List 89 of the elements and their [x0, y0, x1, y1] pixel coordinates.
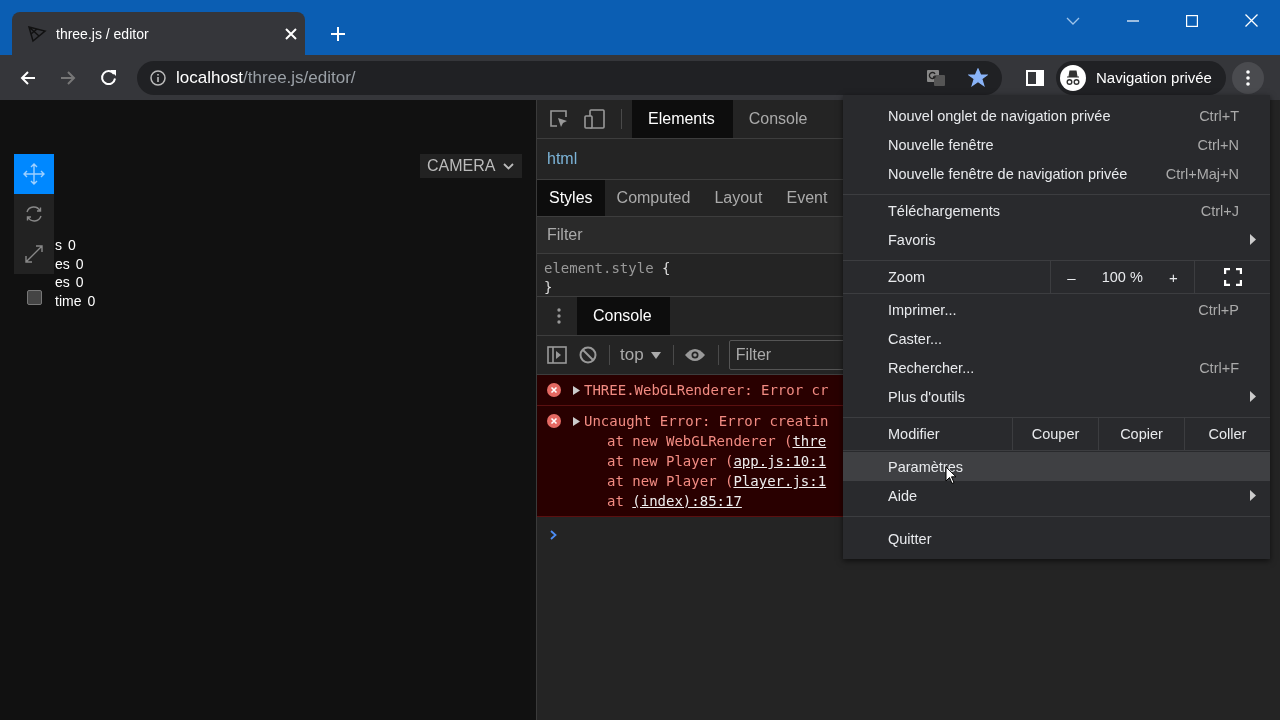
stat-value: 0: [87, 292, 96, 311]
info-icon: [150, 69, 166, 86]
stack-trace-line: at new Player (app.js:10:1: [606, 452, 828, 471]
stack-trace-line: at new WebGLRenderer (thre: [606, 432, 828, 451]
console-filter-field[interactable]: Filter: [728, 340, 843, 370]
styles-tab[interactable]: Layout: [702, 180, 775, 216]
error-message: Uncaught Error: Error creatin: [584, 412, 829, 431]
breadcrumb-link[interactable]: html: [547, 150, 578, 168]
source-link[interactable]: thre: [792, 433, 827, 449]
menu-item[interactable]: Aide: [843, 481, 1270, 510]
expand-triangle-icon[interactable]: [572, 385, 580, 395]
plus-icon[interactable]: [331, 27, 345, 41]
menu-item[interactable]: Caster...: [843, 324, 1270, 353]
menu-item[interactable]: Plus d'outils: [843, 382, 1270, 411]
incognito-icon: [1060, 64, 1086, 91]
menu-button[interactable]: [1231, 61, 1264, 94]
css-brace: {: [662, 260, 671, 276]
css-brace: }: [544, 279, 553, 295]
stack-trace-line: at (index):85:17: [606, 492, 743, 511]
source-link[interactable]: Player.js:1: [733, 473, 827, 489]
chevron-down-icon[interactable]: [1066, 16, 1080, 25]
styles-tab[interactable]: Styles: [537, 180, 605, 216]
styles-tab[interactable]: Event: [774, 180, 840, 216]
menu-item[interactable]: Téléchargements Ctrl+J: [843, 196, 1270, 225]
sidebar-toggle-icon[interactable]: [547, 346, 567, 364]
more-vertical-icon[interactable]: [557, 308, 561, 324]
stat-value: 0: [68, 236, 76, 255]
context-select[interactable]: top: [620, 345, 661, 365]
camera-select[interactable]: CAMERA: [420, 154, 523, 178]
edit-action-button[interactable]: Coller: [1184, 418, 1270, 450]
caret-icon: [650, 351, 661, 359]
menu-item[interactable]: Nouvelle fenêtre Ctrl+N: [843, 130, 1270, 159]
more-vertical-icon: [1245, 69, 1250, 86]
edit-action-button[interactable]: Couper: [1012, 418, 1098, 450]
back-icon[interactable]: [20, 69, 36, 86]
maximize-icon[interactable]: [1186, 14, 1198, 27]
menu-item[interactable]: Rechercher... Ctrl+F: [843, 353, 1270, 382]
stack-trace-line: at new Player (Player.js:1: [606, 472, 828, 491]
profile-button[interactable]: Navigation privée: [1056, 60, 1226, 95]
expand-triangle-icon[interactable]: [572, 416, 580, 426]
inspect-icon[interactable]: [549, 109, 569, 129]
menu-label: Zoom: [887, 268, 927, 287]
url-text: localhost/three.js/editor/: [176, 67, 356, 88]
address-bar[interactable]: localhost/three.js/editor/: [137, 60, 1002, 95]
menu-item[interactable]: Imprimer... Ctrl+P: [843, 295, 1270, 324]
drawer-tab[interactable]: Console: [577, 297, 670, 335]
source-link[interactable]: app.js:10:1: [733, 453, 827, 469]
stat-label: time: [55, 292, 82, 311]
minimize-icon[interactable]: [1127, 19, 1139, 22]
triangle-logo-icon: [27, 24, 47, 43]
devtools-tab[interactable]: Console: [732, 100, 826, 138]
menu-item[interactable]: Nouvel onglet de navigation privée Ctrl+T: [843, 101, 1270, 130]
source-link[interactable]: (index):85:17: [632, 493, 742, 509]
eye-icon[interactable]: [683, 348, 706, 362]
css-selector: element.style: [544, 260, 654, 276]
tab-title: three.js / editor: [56, 25, 150, 42]
close-icon[interactable]: [1245, 14, 1258, 27]
zoom-in-button[interactable]: +: [1163, 268, 1184, 286]
menu-item[interactable]: Quitter: [843, 524, 1270, 553]
fullscreen-icon[interactable]: [1223, 268, 1242, 286]
stat-label: es: [55, 254, 70, 274]
stat-label: s: [55, 236, 62, 255]
menu-item[interactable]: Paramètres: [843, 452, 1270, 481]
device-icon[interactable]: [584, 109, 606, 129]
devtools-tab[interactable]: Elements: [632, 100, 733, 138]
stat-value: 0: [75, 254, 84, 274]
menu-label: Modifier: [887, 425, 941, 444]
filter-field[interactable]: Filter: [537, 217, 843, 253]
styles-tab[interactable]: Computed: [604, 180, 703, 216]
edit-action-button[interactable]: Copier: [1098, 418, 1184, 450]
menu-item[interactable]: Nouvelle fenêtre de navigation privée Ctrl+Maj+N: [843, 159, 1270, 188]
stat-label: es: [55, 273, 70, 293]
side-panel-icon[interactable]: [1026, 69, 1044, 86]
reload-icon[interactable]: [100, 69, 117, 86]
close-icon[interactable]: [285, 27, 297, 40]
zoom-out-button[interactable]: –: [1061, 268, 1082, 286]
zoom-level: 100 %: [1101, 269, 1143, 285]
stat-value: 0: [75, 273, 84, 293]
checkbox[interactable]: [27, 290, 42, 305]
rotate-icon: [24, 204, 44, 224]
star-icon[interactable]: [968, 68, 988, 87]
prompt-chevron-icon: [550, 530, 557, 540]
chevron-down-icon: [503, 162, 515, 170]
error-message: THREE.WebGLRenderer: Error cr: [584, 381, 829, 400]
menu-item[interactable]: Favoris: [843, 225, 1270, 254]
browser-tab[interactable]: three.js / editor: [12, 12, 305, 55]
expand-icon: [24, 244, 44, 264]
clear-icon[interactable]: [579, 346, 597, 364]
move-icon: [23, 163, 45, 185]
